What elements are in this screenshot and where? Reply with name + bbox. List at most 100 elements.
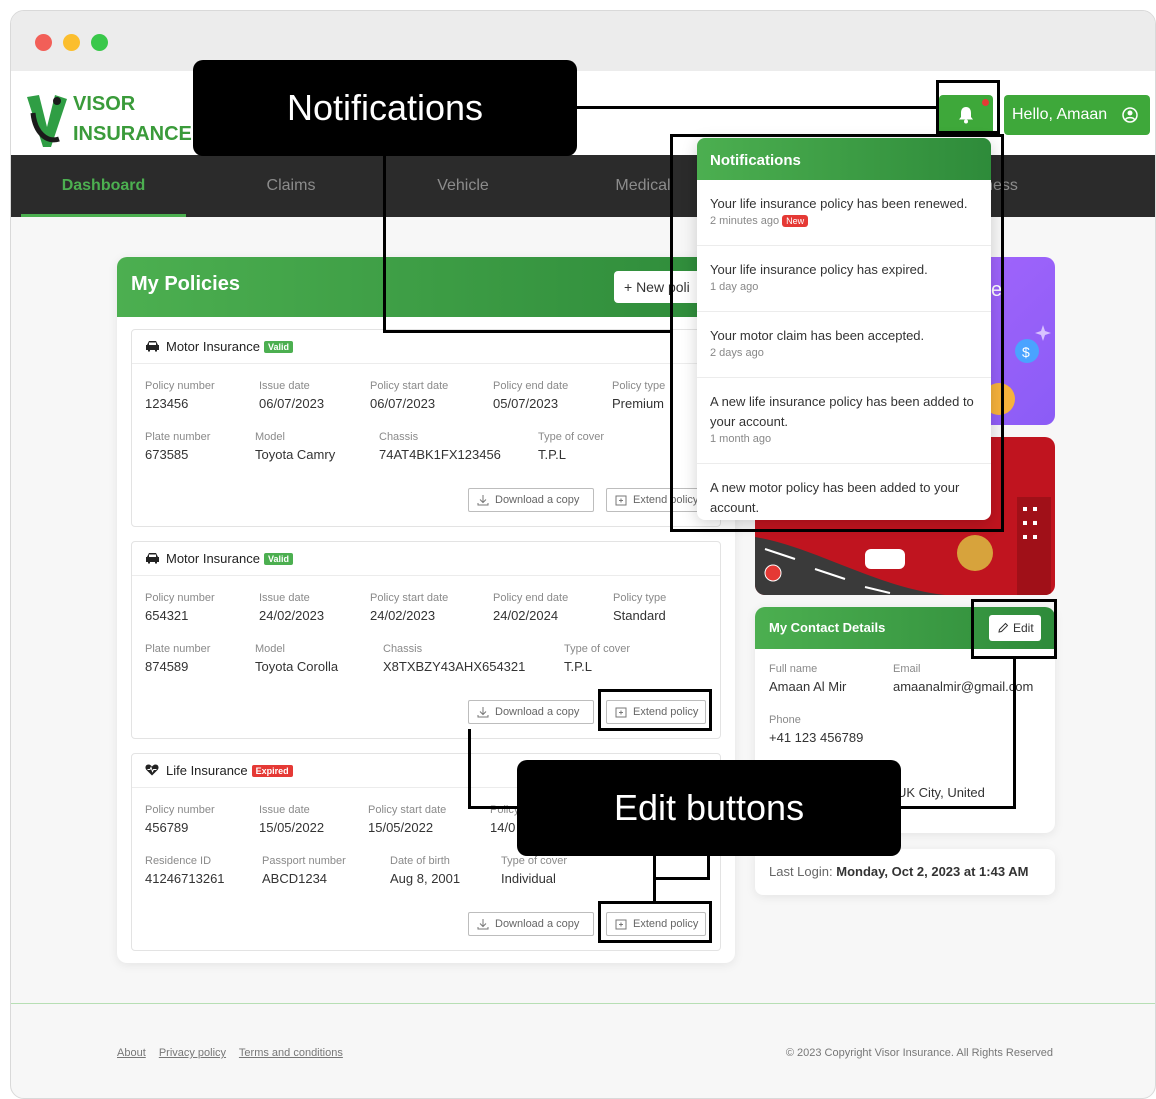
status-badge: Valid (263, 553, 293, 565)
field-label: Policy end date (493, 380, 569, 392)
close-window-dot[interactable] (35, 34, 52, 51)
policy-card-header: Motor Insurance Valid (132, 330, 720, 364)
minimize-window-dot[interactable] (63, 34, 80, 51)
brand-line-1: VISOR (73, 93, 136, 115)
field-value: 123456 (145, 396, 189, 411)
issue-date-field: Issue date 06/07/2023 (259, 380, 324, 411)
field-value: +41 123 456789 (769, 730, 864, 745)
contact-details-title: My Contact Details (769, 620, 886, 635)
brand-line-2: INSURANCE (73, 123, 192, 145)
callout-connector (653, 877, 710, 880)
field-label: Policy number (145, 380, 215, 392)
status-badge: Valid (263, 341, 293, 353)
plate-number-field: Plate number 874589 (145, 643, 210, 674)
cover-type-field: Type of cover T.P.L (564, 643, 630, 674)
car-icon (146, 553, 159, 564)
download-copy-button[interactable]: Download a copy (468, 488, 594, 512)
field-value: Amaan Al Mir (769, 679, 847, 694)
date-of-birth-field: Date of birth Aug 8, 2001 (390, 855, 460, 886)
field-label: Chassis (379, 431, 419, 443)
field-value: 456789 (145, 820, 189, 835)
policies-title: My Policies (131, 273, 240, 295)
end-date-field: Policy end date 24/02/2024 (493, 592, 568, 623)
policy-card: Motor Insurance Valid Policy number 123456… (131, 329, 722, 527)
download-icon (477, 919, 489, 930)
field-label: Policy start date (368, 804, 447, 816)
field-label: Model (255, 431, 285, 443)
bell-highlight-box (936, 80, 1000, 134)
field-value: Premium (612, 396, 665, 411)
user-menu-button[interactable]: Hello, Amaan (1004, 95, 1150, 135)
field-value: 41246713261 (145, 871, 225, 886)
callout-connector (383, 155, 386, 333)
callout-connector (900, 806, 1016, 809)
extend-highlight-box-2 (598, 901, 712, 943)
footer-divider (11, 1003, 1155, 1004)
issue-date-field: Issue date 15/05/2022 (259, 804, 324, 835)
download-icon (477, 707, 489, 718)
field-value: 15/05/2022 (259, 820, 325, 835)
edit-buttons-callout: Edit buttons (517, 760, 901, 856)
field-value: 24/02/2023 (370, 608, 436, 623)
field-label: Issue date (259, 380, 310, 392)
download-copy-button[interactable]: Download a copy (468, 700, 594, 724)
end-date-field: Policy end date 05/07/2023 (493, 380, 568, 411)
policy-type-field: Policy type Premium (612, 380, 665, 411)
policy-number-field: Policy number 456789 (145, 804, 215, 835)
callout-connector (468, 806, 518, 809)
field-label: Date of birth (390, 855, 450, 867)
field-label: Passport number (262, 855, 346, 867)
copyright-text: © 2023 Copyright Visor Insurance. All Ri… (785, 1047, 1053, 1059)
last-login-value: Monday, Oct 2, 2023 at 1:43 AM (836, 864, 1029, 879)
field-value: X8TXBZY43AHX654321 (383, 659, 526, 674)
field-label: Issue date (259, 804, 310, 816)
issue-date-field: Issue date 24/02/2023 (259, 592, 324, 623)
policy-type-label: Life Insurance (166, 763, 248, 778)
full-name-field: Full name Amaan Al Mir (769, 663, 846, 694)
edit-contact-highlight-box (971, 599, 1057, 659)
field-label: Phone (769, 714, 801, 726)
notifications-callout: Notifications (193, 60, 577, 156)
policy-type-label: Motor Insurance (166, 339, 260, 354)
field-value: 14/0 (490, 820, 516, 835)
field-value: 654321 (145, 608, 189, 623)
field-label: Type of cover (501, 855, 568, 867)
start-date-field: Policy start date 24/02/2023 (370, 592, 448, 623)
address-field: UK City, United (897, 781, 985, 800)
nav-vehicle[interactable]: Vehicle (383, 155, 543, 217)
footer-link-terms[interactable]: Terms and conditions (239, 1047, 343, 1059)
field-value: 05/07/2023 (493, 396, 559, 411)
start-date-field: Policy start date 15/05/2022 (368, 804, 446, 835)
notifications-highlight-box (670, 134, 1004, 532)
button-label: Download a copy (495, 918, 580, 930)
button-label: Download a copy (495, 494, 580, 506)
field-label: Chassis (383, 643, 423, 655)
greeting-text: Hello, Amaan (1012, 106, 1108, 123)
field-label: Policy start date (370, 380, 449, 392)
maximize-window-dot[interactable] (91, 34, 108, 51)
footer-link-privacy[interactable]: Privacy policy (159, 1047, 226, 1059)
field-value: 673585 (145, 447, 189, 462)
callout-connector (707, 854, 710, 880)
car-icon (146, 341, 159, 352)
footer-link-about[interactable]: About (117, 1047, 146, 1059)
field-value: T.P.L (564, 659, 592, 674)
footer-links: About Privacy policy Terms and condition… (117, 1047, 353, 1059)
policy-type-field: Policy type Standard (613, 592, 666, 623)
residence-id-field: Residence ID 41246713261 (145, 855, 225, 886)
field-label: Policy start date (370, 592, 449, 604)
policy-card-header: Motor Insurance Valid (132, 542, 720, 576)
download-copy-button[interactable]: Download a copy (468, 912, 594, 936)
nav-dashboard[interactable]: Dashboard (21, 155, 186, 217)
cover-type-field: Type of cover Individual (501, 855, 567, 886)
field-value: Individual (501, 871, 556, 886)
field-value: Toyota Camry (255, 447, 336, 462)
field-value: Aug 8, 2001 (390, 871, 461, 886)
svg-text:$: $ (1022, 344, 1030, 360)
callout-connector (383, 330, 672, 333)
nav-claims[interactable]: Claims (211, 155, 371, 217)
callout-connector (577, 106, 937, 109)
field-label: Plate number (145, 431, 211, 443)
field-label: Policy number (145, 592, 215, 604)
heart-icon (145, 764, 159, 776)
